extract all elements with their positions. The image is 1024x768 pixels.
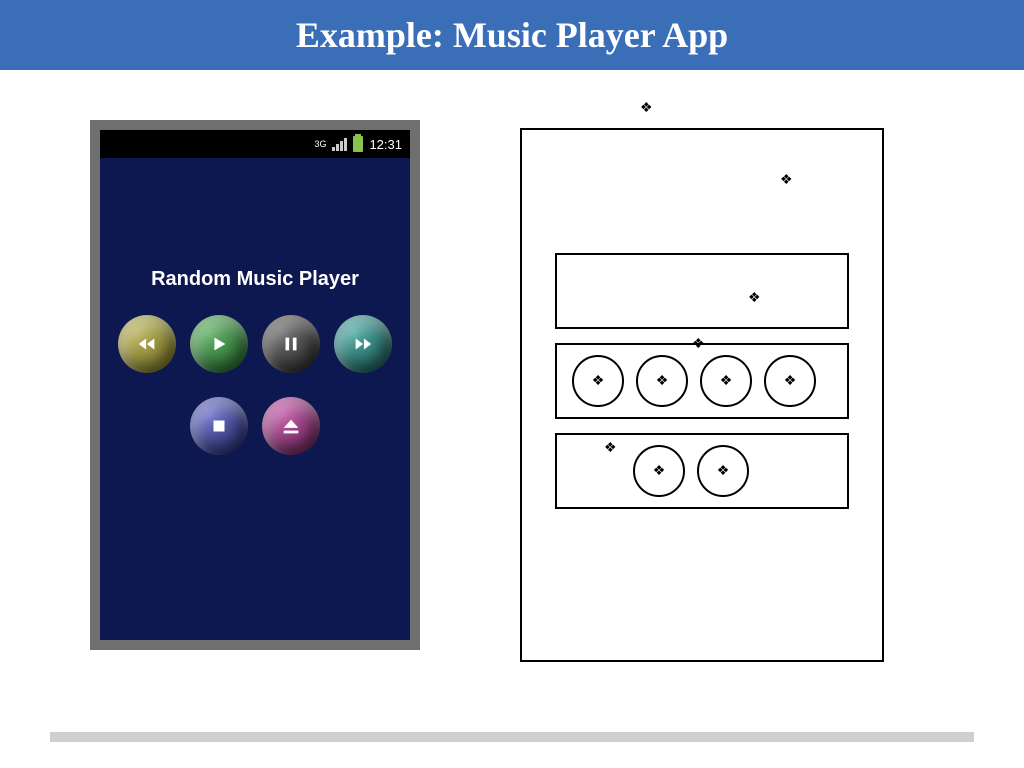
pause-icon xyxy=(280,333,302,355)
diamond-icon: ❖ xyxy=(720,373,733,390)
eject-icon xyxy=(280,415,302,437)
phone-frame: 3G 12:31 Random Music Player xyxy=(90,120,420,650)
play-button[interactable] xyxy=(190,315,248,373)
forward-button[interactable] xyxy=(334,315,392,373)
row2-circles: ❖ ❖ xyxy=(633,445,749,497)
diamond-icon: ❖ xyxy=(784,373,797,390)
circle: ❖ xyxy=(636,355,688,407)
diamond-icon: ❖ xyxy=(653,463,666,480)
diamond-icon: ❖ xyxy=(748,290,761,307)
battery-icon xyxy=(353,136,363,152)
layout-diagram: ❖ ❖ ❖ ❖ ❖ ❖ ❖ ❖ ❖ ❖ ❖ xyxy=(500,108,900,668)
controls-row-2 xyxy=(100,397,410,455)
circle: ❖ xyxy=(700,355,752,407)
diamond-icon: ❖ xyxy=(640,100,653,117)
rewind-icon xyxy=(136,333,158,355)
eject-button[interactable] xyxy=(262,397,320,455)
circle: ❖ xyxy=(764,355,816,407)
circle: ❖ xyxy=(633,445,685,497)
forward-icon xyxy=(352,333,374,355)
diamond-icon: ❖ xyxy=(717,463,730,480)
footer-divider xyxy=(50,732,974,742)
circle: ❖ xyxy=(697,445,749,497)
play-icon xyxy=(208,333,230,355)
pause-button[interactable] xyxy=(262,315,320,373)
diamond-icon: ❖ xyxy=(692,336,705,353)
rewind-button[interactable] xyxy=(118,315,176,373)
slide-body: 3G 12:31 Random Music Player xyxy=(0,70,1024,668)
title-box xyxy=(555,253,849,329)
row1-circles: ❖ ❖ ❖ ❖ xyxy=(572,355,816,407)
stop-button[interactable] xyxy=(190,397,248,455)
app-title: Random Music Player xyxy=(100,268,410,291)
diamond-icon: ❖ xyxy=(780,172,793,189)
status-bar: 3G 12:31 xyxy=(100,130,410,158)
circle: ❖ xyxy=(572,355,624,407)
controls-row-1 xyxy=(100,315,410,373)
signal-icon xyxy=(332,138,347,151)
diamond-icon: ❖ xyxy=(604,440,617,457)
network-icon: 3G xyxy=(314,140,326,149)
diamond-icon: ❖ xyxy=(592,373,605,390)
slide-title: Example: Music Player App xyxy=(0,0,1024,70)
stop-icon xyxy=(208,415,230,437)
clock: 12:31 xyxy=(369,137,402,152)
diamond-icon: ❖ xyxy=(656,373,669,390)
phone-screen: 3G 12:31 Random Music Player xyxy=(100,130,410,640)
